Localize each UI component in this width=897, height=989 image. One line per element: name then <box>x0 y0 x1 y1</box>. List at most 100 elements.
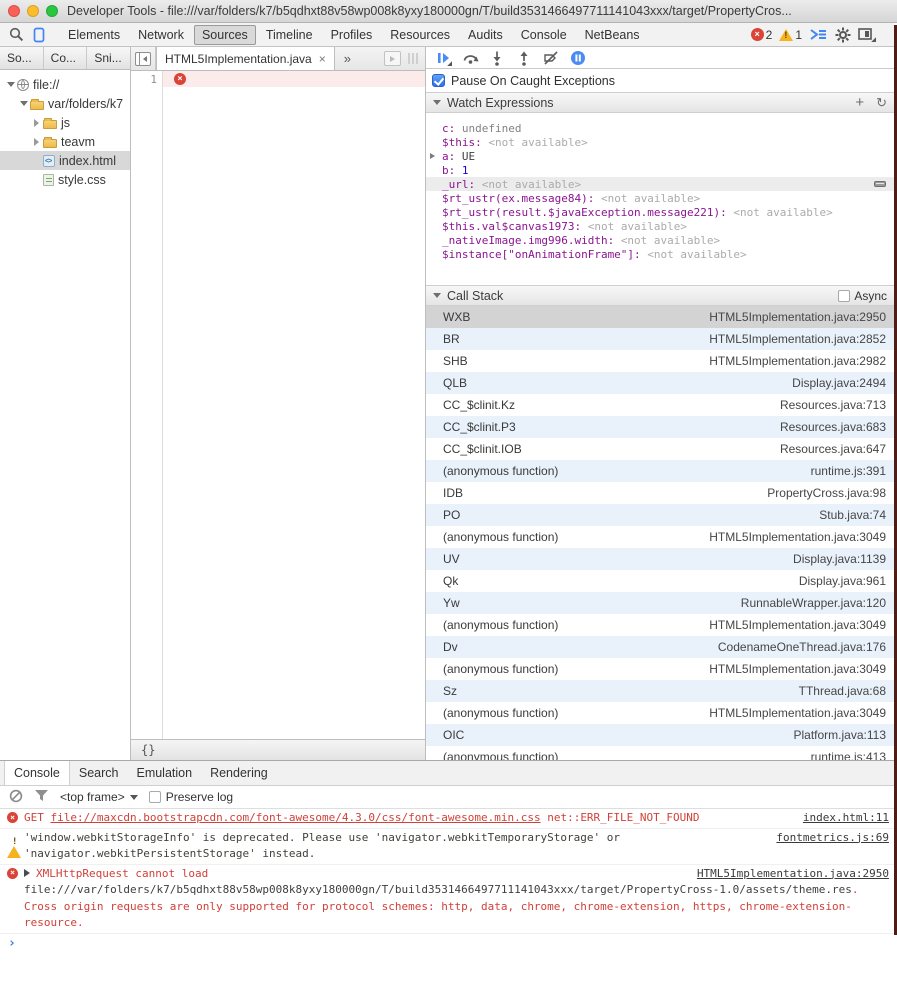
async-checkbox[interactable] <box>838 290 850 302</box>
drawer-tab-console[interactable]: Console <box>4 761 70 785</box>
line-error-icon[interactable]: × <box>174 73 186 85</box>
panel-tab-sources[interactable]: Sources <box>194 25 256 45</box>
step-out-icon[interactable] <box>515 50 533 66</box>
frame-location[interactable]: HTML5Implementation.java:3049 <box>709 662 886 676</box>
frame-location[interactable]: HTML5Implementation.java:3049 <box>709 618 886 632</box>
frame-location[interactable]: Resources.java:647 <box>780 442 886 456</box>
frame-location[interactable]: Display.java:1139 <box>793 552 886 566</box>
frame-selector[interactable]: <top frame> <box>60 790 138 804</box>
frame-location[interactable]: HTML5Implementation.java:2982 <box>709 354 886 368</box>
file-tree-item-style-css[interactable]: style.css <box>0 170 130 189</box>
more-tabs-button[interactable]: » <box>335 47 360 70</box>
call-stack-header[interactable]: Call Stack Async <box>426 285 894 306</box>
settings-gear-icon[interactable] <box>835 27 851 43</box>
watch-expression-row[interactable]: _url: <not available> <box>426 177 894 191</box>
console-prompt[interactable]: › <box>0 934 897 951</box>
pause-on-exceptions-icon[interactable] <box>569 50 587 66</box>
frame-location[interactable]: RunnableWrapper.java:120 <box>741 596 886 610</box>
frame-location[interactable]: CodenameOneThread.java:176 <box>718 640 886 654</box>
panel-tab-netbeans[interactable]: NetBeans <box>577 25 648 45</box>
frame-location[interactable]: runtime.js:391 <box>811 464 886 478</box>
file-tree-item-js[interactable]: js <box>0 113 130 132</box>
watch-expression-row[interactable]: $this.val$canvas1973: <not available> <box>426 219 894 233</box>
file-tree-item-var-folders-k7[interactable]: var/folders/k7 <box>0 94 130 113</box>
close-tab-icon[interactable]: × <box>319 53 326 65</box>
call-stack-frame[interactable]: Qk Display.java:961 <box>426 570 894 592</box>
file-tree-item-index-html[interactable]: index.html <box>0 151 130 170</box>
pretty-print-button[interactable]: {} <box>141 743 155 757</box>
panel-tab-console[interactable]: Console <box>513 25 575 45</box>
call-stack-frame[interactable]: WXB HTML5Implementation.java:2950 <box>426 306 894 328</box>
frame-location[interactable]: TThread.java:68 <box>799 684 886 698</box>
watch-expression-row[interactable]: $rt_ustr(ex.message84): <not available> <box>426 191 894 205</box>
deactivate-breakpoints-icon[interactable] <box>542 50 560 66</box>
line-number-gutter[interactable]: 1 <box>131 71 163 739</box>
preserve-log-checkbox[interactable] <box>149 791 161 803</box>
filter-icon[interactable] <box>34 789 49 805</box>
toggle-navigator-button[interactable] <box>131 47 156 70</box>
error-count-badge[interactable]: × 2 <box>751 28 773 42</box>
refresh-watch-icon[interactable]: ↻ <box>876 96 887 109</box>
console-message[interactable]: ×HTML5Implementation.java:2950XMLHttpReq… <box>0 865 897 934</box>
resource-url-link[interactable]: file://maxcdn.bootstrapcdn.com/font-awes… <box>51 811 541 824</box>
file-tree-item-file-[interactable]: file:// <box>0 75 130 94</box>
call-stack-frame[interactable]: (anonymous function) runtime.js:413 <box>426 746 894 760</box>
panel-tab-network[interactable]: Network <box>130 25 192 45</box>
call-stack-frame[interactable]: CC_$clinit.Kz Resources.java:713 <box>426 394 894 416</box>
dock-side-icon[interactable] <box>858 28 876 42</box>
console-message[interactable]: fontmetrics.js:69'window.webkitStorageIn… <box>0 829 897 865</box>
call-stack-frame[interactable]: Dv CodenameOneThread.java:176 <box>426 636 894 658</box>
drawer-tab-rendering[interactable]: Rendering <box>201 761 277 785</box>
frame-location[interactable]: HTML5Implementation.java:2852 <box>709 332 886 346</box>
frame-location[interactable]: Stub.java:74 <box>819 508 886 522</box>
expand-message-icon[interactable] <box>24 869 30 877</box>
panel-tab-resources[interactable]: Resources <box>382 25 458 45</box>
call-stack-frame[interactable]: CC_$clinit.IOB Resources.java:647 <box>426 438 894 460</box>
call-stack-frame[interactable]: BR HTML5Implementation.java:2852 <box>426 328 894 350</box>
source-location-link[interactable]: fontmetrics.js:69 <box>776 830 889 847</box>
frame-location[interactable]: runtime.js:413 <box>811 750 886 760</box>
watch-expression-row[interactable]: c: undefined <box>426 121 894 135</box>
frame-location[interactable]: HTML5Implementation.java:2950 <box>709 310 886 324</box>
drawer-tab-search[interactable]: Search <box>70 761 128 785</box>
search-icon[interactable] <box>9 27 24 42</box>
remove-watch-icon[interactable] <box>874 181 886 187</box>
call-stack-frame[interactable]: (anonymous function) HTML5Implementation… <box>426 614 894 636</box>
warning-count-badge[interactable]: 1 <box>779 28 802 42</box>
editor-tab-active[interactable]: HTML5Implementation.java × <box>156 47 335 70</box>
watch-expressions-header[interactable]: Watch Expressions + ↻ <box>426 92 894 113</box>
call-stack-frame[interactable]: OIC Platform.java:113 <box>426 724 894 746</box>
source-location-link[interactable]: HTML5Implementation.java:2950 <box>697 866 889 883</box>
panel-tab-timeline[interactable]: Timeline <box>258 25 321 45</box>
drawer-tab-emulation[interactable]: Emulation <box>127 761 201 785</box>
call-stack-frame[interactable]: (anonymous function) HTML5Implementation… <box>426 526 894 548</box>
frame-location[interactable]: HTML5Implementation.java:3049 <box>709 530 886 544</box>
zoom-window-button[interactable] <box>46 5 58 17</box>
console-message[interactable]: ×index.html:11GET file://maxcdn.bootstra… <box>0 809 897 829</box>
watch-expression-row[interactable]: b: 1 <box>426 163 894 177</box>
code-editor[interactable]: 1 × <box>131 71 425 739</box>
clear-console-icon[interactable] <box>9 789 23 806</box>
run-snippet-icon[interactable] <box>384 51 401 66</box>
call-stack-frame[interactable]: Sz TThread.java:68 <box>426 680 894 702</box>
navigator-tab[interactable]: Co... <box>44 47 88 69</box>
line-number[interactable]: 1 <box>150 73 157 86</box>
watch-expression-row[interactable]: _nativeImage.img996.width: <not availabl… <box>426 233 894 247</box>
call-stack-frame[interactable]: CC_$clinit.P3 Resources.java:683 <box>426 416 894 438</box>
frame-location[interactable]: Resources.java:683 <box>780 420 886 434</box>
panel-tab-profiles[interactable]: Profiles <box>323 25 381 45</box>
toggle-drawer-icon[interactable] <box>809 28 828 41</box>
close-window-button[interactable] <box>8 5 20 17</box>
frame-location[interactable]: Platform.java:113 <box>794 728 887 742</box>
navigator-tab[interactable]: So... <box>0 47 44 69</box>
call-stack-frame[interactable]: (anonymous function) HTML5Implementation… <box>426 702 894 724</box>
panel-resizer-icon[interactable] <box>408 53 418 64</box>
call-stack-frame[interactable]: QLB Display.java:2494 <box>426 372 894 394</box>
pause-on-caught-checkbox[interactable] <box>432 74 445 87</box>
call-stack-frame[interactable]: (anonymous function) HTML5Implementation… <box>426 658 894 680</box>
frame-location[interactable]: Resources.java:713 <box>780 398 886 412</box>
add-watch-icon[interactable]: + <box>855 95 864 110</box>
device-mode-icon[interactable] <box>33 27 46 43</box>
file-tree-item-teavm[interactable]: teavm <box>0 132 130 151</box>
frame-location[interactable]: Display.java:2494 <box>792 376 886 390</box>
